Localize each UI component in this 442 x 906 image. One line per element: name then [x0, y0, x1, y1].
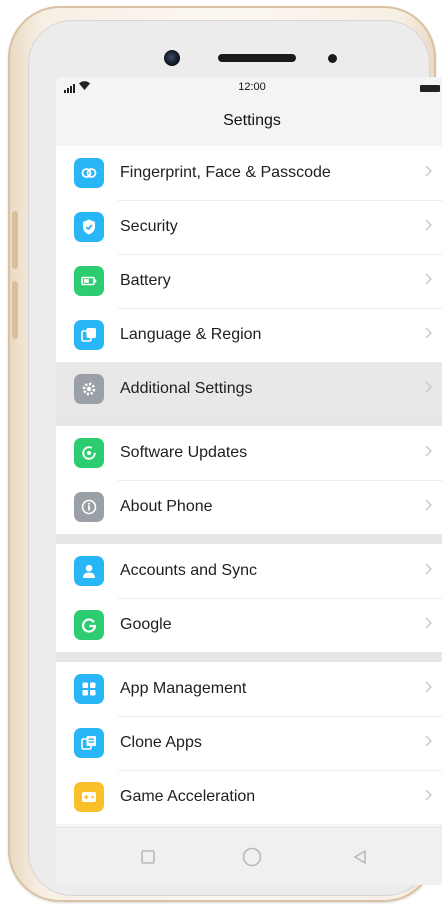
settings-item-label: Accounts and Sync [120, 562, 257, 579]
status-time: 12:00 [238, 81, 266, 93]
proximity-sensor [328, 54, 337, 63]
settings-item-label: Language & Region [120, 326, 262, 343]
battery-status-icon [420, 85, 440, 92]
chevron-right-icon [418, 616, 438, 634]
settings-group: Fingerprint, Face & Passcode Security Batt… [56, 146, 442, 416]
google-icon [74, 610, 104, 640]
update-icon [74, 438, 104, 468]
phone-frame: 12:00 Settings Fingerprint, Face & Passc… [8, 6, 442, 902]
section-divider [56, 416, 442, 426]
screen: 12:00 Settings Fingerprint, Face & Passc… [56, 77, 442, 885]
chevron-right-icon [418, 444, 438, 462]
triangle-back-icon [354, 850, 366, 864]
settings-group: App Management Clone Apps Game Acceleratio… [56, 662, 442, 824]
settings-item-label: Clone Apps [120, 734, 202, 751]
home-button[interactable] [240, 845, 264, 869]
settings-item-software-updates[interactable]: Software Updates [56, 426, 442, 480]
settings-item-app-management[interactable]: App Management [56, 662, 442, 716]
settings-item-label: App Management [120, 680, 247, 697]
settings-item-label: Game Acceleration [120, 788, 256, 805]
chevron-right-icon [418, 680, 438, 698]
settings-item-clone-apps[interactable]: Clone Apps [56, 716, 442, 770]
section-divider [56, 652, 442, 662]
chevron-right-icon [418, 218, 438, 236]
settings-item-language-region[interactable]: Language & Region [56, 308, 442, 362]
chevron-right-icon [418, 272, 438, 290]
front-camera-icon [164, 50, 180, 66]
settings-item-label: Google [120, 616, 172, 633]
user-icon [74, 556, 104, 586]
chevron-right-icon [418, 380, 438, 398]
clone-icon [74, 728, 104, 758]
phone-front-panel: 12:00 Settings Fingerprint, Face & Passc… [28, 20, 442, 896]
chevron-right-icon [418, 788, 438, 806]
settings-item-google[interactable]: Google [56, 598, 442, 652]
chevron-right-icon [418, 326, 438, 344]
language-icon [74, 320, 104, 350]
shield-icon [74, 212, 104, 242]
volume-down-button[interactable] [12, 281, 18, 339]
settings-item-label: Battery [120, 272, 171, 289]
settings-item-label: Fingerprint, Face & Passcode [120, 164, 331, 181]
settings-item-battery[interactable]: Battery [56, 254, 442, 308]
volume-up-button[interactable] [12, 211, 18, 269]
chevron-right-icon [418, 734, 438, 752]
settings-item-label: Security [120, 218, 178, 235]
square-icon [141, 850, 155, 864]
gear-icon [74, 374, 104, 404]
settings-item-additional-settings[interactable]: Additional Settings [56, 362, 442, 416]
settings-group: Software Updates About Phone [56, 426, 442, 534]
settings-item-label: Additional Settings [120, 380, 253, 397]
settings-item-accounts-and-sync[interactable]: Accounts and Sync [56, 544, 442, 598]
settings-item-about-phone[interactable]: About Phone [56, 480, 442, 534]
game-icon [74, 782, 104, 812]
navigation-bar [56, 827, 442, 885]
chevron-right-icon [418, 498, 438, 516]
earpiece-speaker [218, 54, 296, 62]
circle-icon [242, 847, 262, 867]
settings-group: Accounts and Sync Google [56, 544, 442, 652]
page-title: Settings [223, 112, 281, 129]
recent-apps-button[interactable] [136, 845, 160, 869]
chevron-right-icon [418, 562, 438, 580]
settings-item-game-acceleration[interactable]: Game Acceleration [56, 770, 442, 824]
section-divider [56, 534, 442, 544]
settings-item-security[interactable]: Security [56, 200, 442, 254]
apps-grid-icon [74, 674, 104, 704]
back-button[interactable] [348, 845, 372, 869]
settings-item-label: Software Updates [120, 444, 248, 461]
status-bar: 12:00 [56, 77, 442, 99]
battery-icon [74, 266, 104, 296]
fingerprint-icon [74, 158, 104, 188]
info-icon [74, 492, 104, 522]
chevron-right-icon [418, 164, 438, 182]
settings-list: Fingerprint, Face & Passcode Security Batt… [56, 146, 442, 824]
settings-item-fingerprint-face-passcode[interactable]: Fingerprint, Face & Passcode [56, 146, 442, 200]
settings-item-label: About Phone [120, 498, 213, 515]
